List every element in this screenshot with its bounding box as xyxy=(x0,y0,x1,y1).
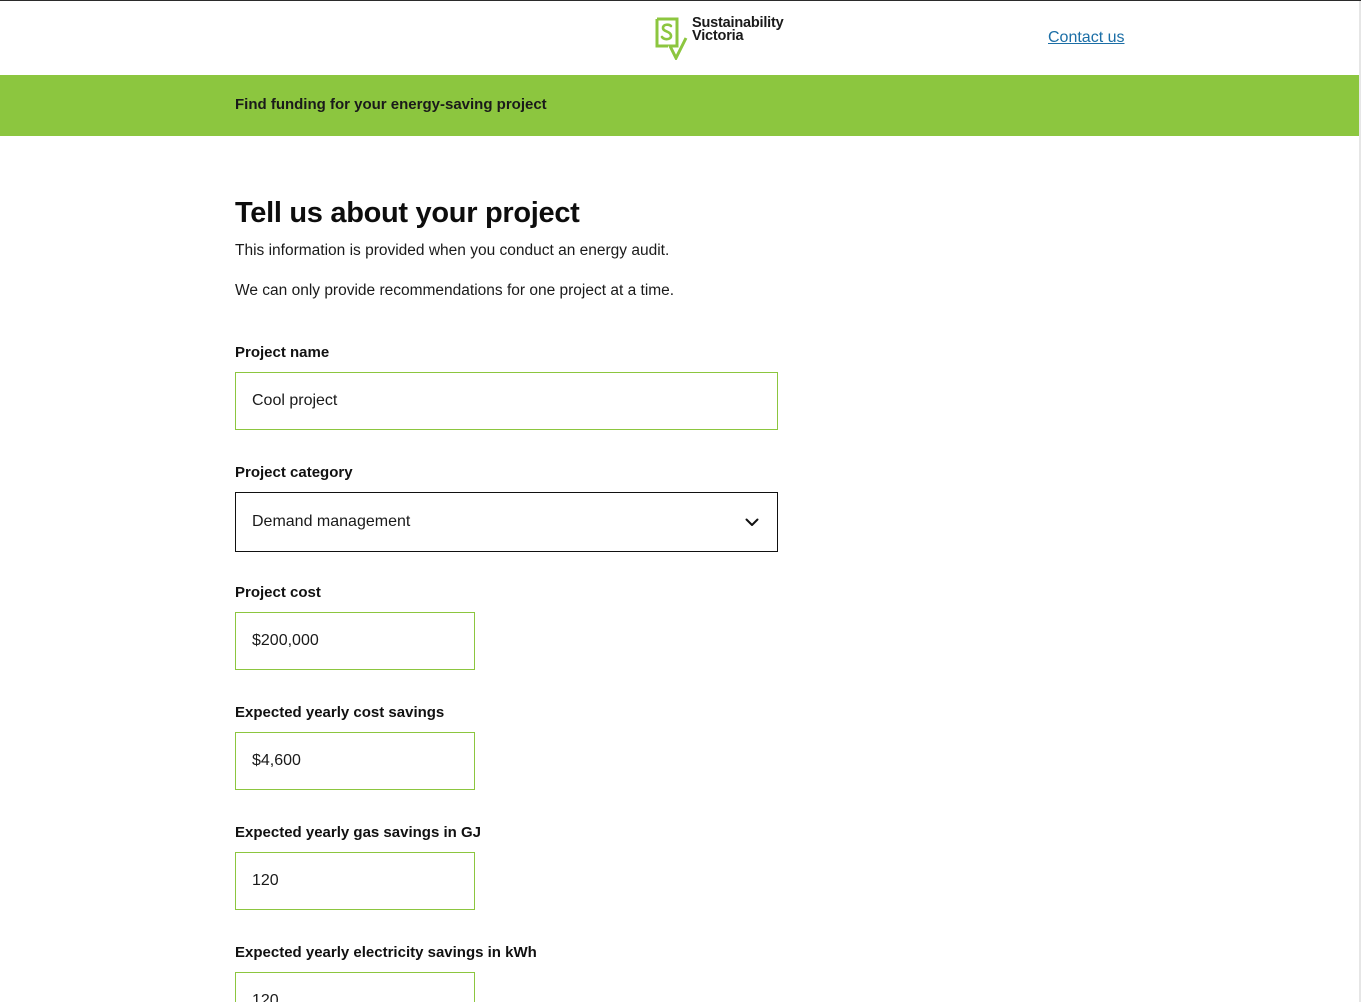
funding-banner: Find funding for your energy-saving proj… xyxy=(0,75,1359,136)
site-header: Sustainability Victoria Contact us xyxy=(0,1,1361,74)
project-name-input[interactable]: Cool project xyxy=(235,372,778,430)
project-name-label: Project name xyxy=(235,344,330,361)
logo-wordmark: Sustainability Victoria xyxy=(692,16,784,44)
project-cost-field: Project cost $200,000 xyxy=(235,583,475,670)
electricity-savings-label: Expected yearly electricity savings in k… xyxy=(235,944,537,961)
sv-logo-icon xyxy=(654,16,688,60)
page-title: Tell us about your project xyxy=(235,197,580,229)
project-category-select[interactable]: Demand management xyxy=(235,492,778,552)
contact-us-link[interactable]: Contact us xyxy=(1048,29,1124,47)
project-cost-input[interactable]: $200,000 xyxy=(235,612,475,670)
intro-text-one-project: We can only provide recommendations for … xyxy=(235,282,675,299)
chevron-down-icon xyxy=(745,518,759,527)
page: Sustainability Victoria Contact us Find … xyxy=(0,0,1361,1002)
cost-savings-field: Expected yearly cost savings $4,600 xyxy=(235,703,475,790)
project-form-section: Tell us about your project This informat… xyxy=(235,193,795,1002)
cost-savings-label: Expected yearly cost savings xyxy=(235,704,445,721)
gas-savings-field: Expected yearly gas savings in GJ 120 xyxy=(235,823,481,910)
project-category-value: Demand management xyxy=(252,513,411,530)
gas-savings-input[interactable]: 120 xyxy=(235,852,475,910)
gas-savings-label: Expected yearly gas savings in GJ xyxy=(235,824,481,841)
project-category-label: Project category xyxy=(235,464,353,481)
project-cost-label: Project cost xyxy=(235,584,321,601)
logo-line-2: Victoria xyxy=(692,28,744,44)
project-category-field: Project category Demand management xyxy=(235,463,778,552)
electricity-savings-input[interactable]: 120 xyxy=(235,972,475,1002)
cost-savings-input[interactable]: $4,600 xyxy=(235,732,475,790)
site-logo[interactable]: Sustainability Victoria xyxy=(654,16,784,60)
intro-text-audit: This information is provided when you co… xyxy=(235,242,670,259)
banner-title: Find funding for your energy-saving proj… xyxy=(235,96,547,113)
electricity-savings-field: Expected yearly electricity savings in k… xyxy=(235,943,537,1002)
project-name-field: Project name Cool project xyxy=(235,343,778,430)
